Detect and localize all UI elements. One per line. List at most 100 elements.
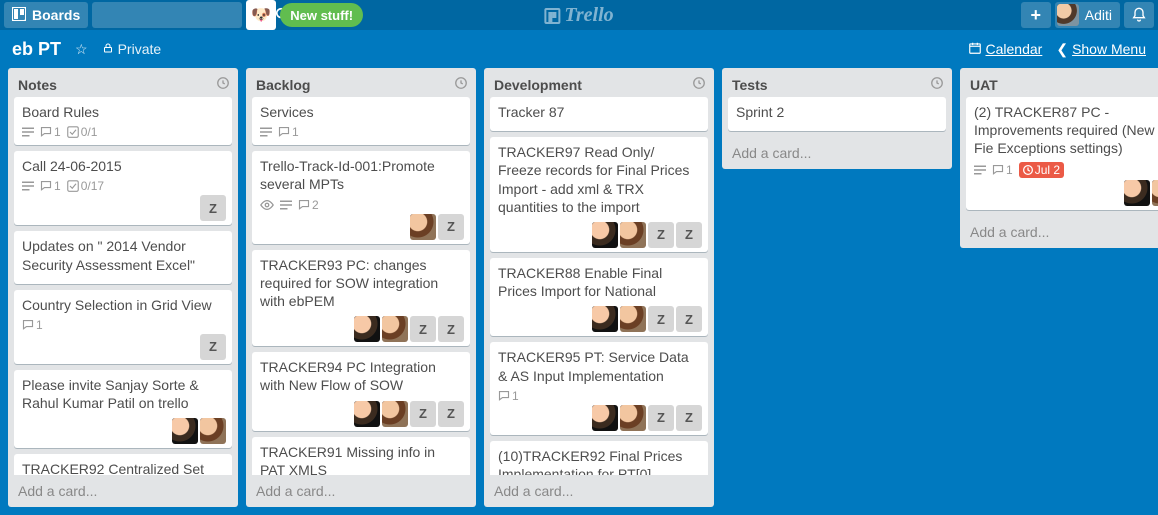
member-avatar[interactable] (200, 418, 226, 444)
member-initial[interactable]: Z (676, 306, 702, 332)
card-badges: 1 (498, 389, 700, 403)
card-members: Z (200, 334, 226, 360)
member-avatar[interactable] (620, 306, 646, 332)
member-initial[interactable]: Z (200, 334, 226, 360)
member-avatar[interactable] (592, 306, 618, 332)
list-title: Tests (732, 77, 768, 93)
member-avatar[interactable] (1124, 180, 1150, 206)
member-initial[interactable]: Z (676, 222, 702, 248)
member-avatar[interactable] (1152, 180, 1158, 206)
member-avatar[interactable] (592, 405, 618, 431)
avatar (1057, 4, 1079, 26)
card-title: TRACKER95 PT: Service Data & AS Input Im… (498, 348, 700, 384)
member-avatar[interactable] (382, 316, 408, 342)
list-menu-icon[interactable] (692, 76, 706, 93)
notifications-button[interactable] (1124, 2, 1154, 28)
list-header[interactable]: Tests (722, 68, 952, 97)
card[interactable]: Country Selection in Grid View1Z (14, 290, 232, 364)
member-initial[interactable]: Z (200, 195, 226, 221)
card[interactable]: Call 24-06-201510/17Z (14, 151, 232, 225)
show-menu-link[interactable]: ❮ Show Menu (1056, 41, 1146, 58)
board-name[interactable]: eb PT (12, 39, 61, 60)
member-avatar[interactable] (354, 316, 380, 342)
board-header-right: Calendar ❮ Show Menu (968, 41, 1147, 58)
card-badges: 1 (22, 318, 224, 332)
add-card-button[interactable]: Add a card... (8, 475, 238, 507)
list-menu-icon[interactable] (216, 76, 230, 93)
search-box[interactable] (92, 2, 242, 28)
member-initial[interactable]: Z (438, 316, 464, 342)
watch-icon (260, 199, 274, 211)
card-title: TRACKER97 Read Only/ Freeze records for … (498, 143, 700, 216)
add-card-button[interactable]: Add a card... (484, 475, 714, 507)
card-title: TRACKER92 Centralized Set Up Traffic (22, 460, 224, 475)
member-initial[interactable]: Z (410, 401, 436, 427)
card-title: (10)TRACKER92 Final Prices Implementatio… (498, 447, 700, 475)
member-avatar[interactable] (620, 405, 646, 431)
add-card-button[interactable]: Add a card... (722, 137, 952, 169)
card-members (172, 418, 226, 444)
card[interactable]: Tracker 87 (490, 97, 708, 131)
card[interactable]: Sprint 2 (728, 97, 946, 131)
card-badges: 1 Jul 2 (974, 162, 1158, 178)
card[interactable]: Services1 (252, 97, 470, 145)
card[interactable]: TRACKER97 Read Only/ Freeze records for … (490, 137, 708, 252)
card[interactable]: TRACKER94 PC Integration with New Flow o… (252, 352, 470, 430)
card[interactable]: Trello-Track-Id-001:Promote several MPTs… (252, 151, 470, 243)
member-initial[interactable]: Z (438, 401, 464, 427)
list-title: Backlog (256, 77, 310, 93)
calendar-link[interactable]: Calendar (968, 41, 1043, 58)
card[interactable]: (2) TRACKER87 PC - Improvements required… (966, 97, 1158, 210)
member-avatar[interactable] (592, 222, 618, 248)
boards-button[interactable]: Boards (4, 2, 88, 28)
member-initial[interactable]: Z (410, 316, 436, 342)
logo-text: Trello (564, 4, 613, 27)
new-stuff-badge[interactable]: New stuff! (280, 3, 363, 27)
card[interactable]: TRACKER93 PC: changes required for SOW i… (252, 250, 470, 347)
list-header[interactable]: UAT (960, 68, 1158, 97)
card-members (1124, 180, 1158, 206)
card[interactable]: Please invite Sanjay Sorte & Rahul Kumar… (14, 370, 232, 448)
card[interactable]: TRACKER95 PT: Service Data & AS Input Im… (490, 342, 708, 434)
due-date-badge: Jul 2 (1019, 162, 1064, 178)
star-icon[interactable]: ☆ (75, 41, 88, 58)
card[interactable]: TRACKER91 Missing info in PAT XMLSZ (252, 437, 470, 476)
card-title: (2) TRACKER87 PC - Improvements required… (974, 103, 1158, 158)
list-menu-icon[interactable] (454, 76, 468, 93)
member-initial[interactable]: Z (648, 306, 674, 332)
card[interactable]: TRACKER92 Centralized Set Up Traffic (14, 454, 232, 475)
privacy-button[interactable]: Private (102, 41, 162, 57)
card-members: Z (410, 214, 464, 240)
description-icon (280, 199, 292, 211)
card[interactable]: Board Rules10/1 (14, 97, 232, 145)
member-avatar[interactable] (172, 418, 198, 444)
logo[interactable]: Trello (544, 4, 613, 27)
member-avatar[interactable] (354, 401, 380, 427)
member-avatar[interactable] (620, 222, 646, 248)
member-initial[interactable]: Z (648, 405, 674, 431)
list-header[interactable]: Development (484, 68, 714, 97)
add-card-button[interactable]: Add a card... (246, 475, 476, 507)
member-avatar[interactable] (382, 401, 408, 427)
list-title: Notes (18, 77, 57, 93)
member-initial[interactable]: Z (676, 405, 702, 431)
card[interactable]: TRACKER88 Enable Final Prices Import for… (490, 258, 708, 336)
create-button[interactable]: + (1021, 2, 1051, 28)
member-initial[interactable]: Z (438, 214, 464, 240)
mascot-icon[interactable]: 🐶 (246, 0, 276, 30)
list-cards: (2) TRACKER87 PC - Improvements required… (960, 97, 1158, 216)
board-header: eb PT ☆ Private Calendar ❮ Show Menu (0, 30, 1158, 68)
card-title: TRACKER93 PC: changes required for SOW i… (260, 256, 462, 311)
add-card-button[interactable]: Add a card... (960, 216, 1158, 248)
list-header[interactable]: Backlog (246, 68, 476, 97)
list-menu-icon[interactable] (930, 76, 944, 93)
list-header[interactable]: Notes (8, 68, 238, 97)
member-avatar[interactable] (410, 214, 436, 240)
card[interactable]: Updates on " 2014 Vendor Security Assess… (14, 231, 232, 283)
card-title: Updates on " 2014 Vendor Security Assess… (22, 237, 224, 273)
comments-badge: 1 (992, 163, 1013, 177)
card[interactable]: (10)TRACKER92 Final Prices Implementatio… (490, 441, 708, 475)
comments-badge: 1 (498, 389, 519, 403)
user-menu[interactable]: Aditi (1055, 2, 1120, 28)
member-initial[interactable]: Z (648, 222, 674, 248)
